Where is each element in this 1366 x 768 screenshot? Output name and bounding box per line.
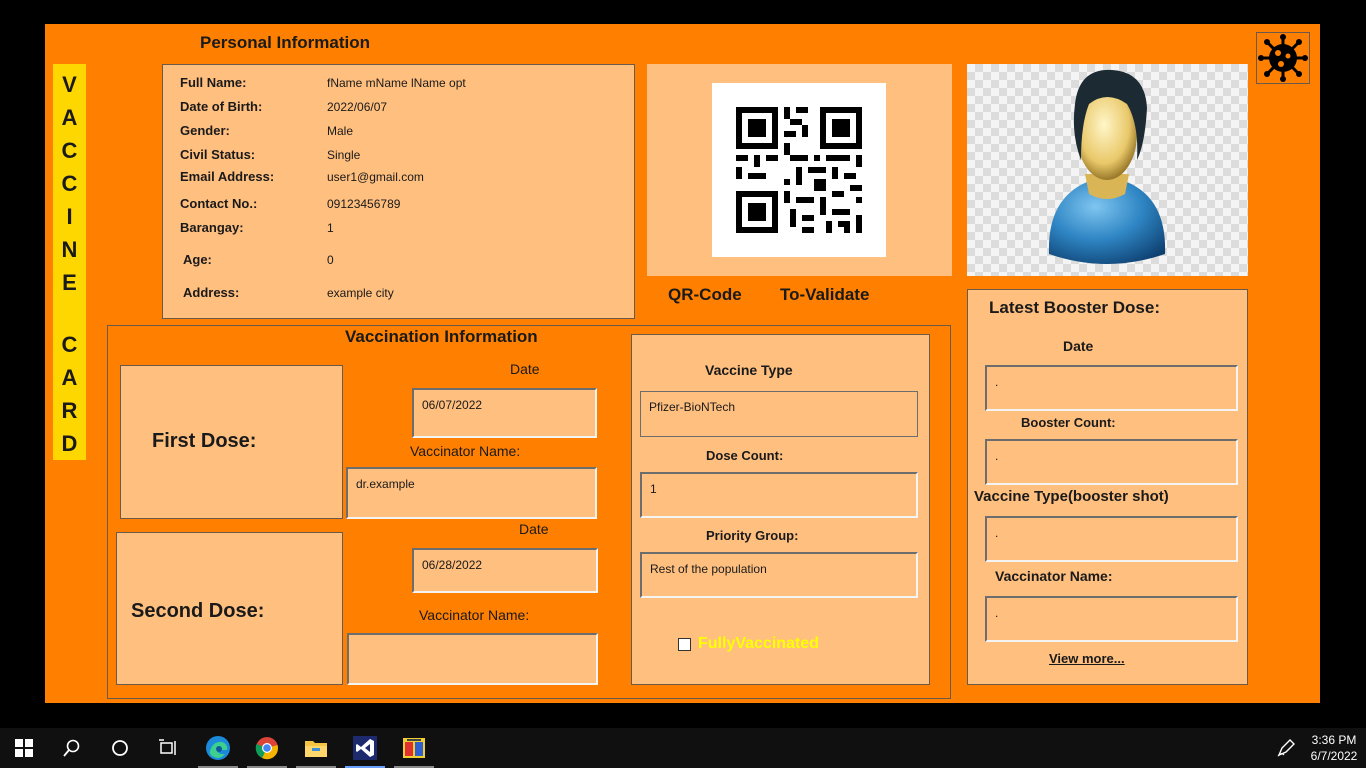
priority-group-label: Priority Group: — [706, 528, 799, 543]
priority-group-field[interactable]: Rest of the population — [640, 552, 918, 598]
title-letter: A — [61, 365, 78, 390]
dose-count-label: Dose Count: — [706, 448, 784, 463]
vaccine-type-field[interactable]: Pfizer-BioNTech — [640, 391, 918, 437]
first-vaccinator-label: Vaccinator Name: — [410, 443, 521, 459]
fully-vaccinated-label: FullyVaccinated — [698, 635, 819, 652]
personal-label: Full Name: — [180, 75, 247, 90]
personal-label: Gender: — [180, 123, 230, 138]
second-vaccinator-field[interactable] — [347, 633, 598, 685]
title-letter: A — [61, 105, 78, 130]
booster-vaccinator-field[interactable]: . — [985, 596, 1238, 642]
personal-value: 09123456789 — [327, 197, 401, 211]
personal-label: Age: — [183, 252, 212, 267]
title-letter: D — [61, 431, 78, 456]
first-dose-box: First Dose: — [120, 365, 343, 519]
personal-label: Barangay: — [180, 220, 244, 235]
second-dose-label: Second Dose: — [131, 600, 265, 622]
booster-count-label: Booster Count: — [1021, 415, 1116, 430]
title-letter: C — [61, 138, 78, 163]
app-icon[interactable] — [390, 728, 438, 768]
title-letter: I — [66, 204, 73, 229]
booster-date-label: Date — [1063, 338, 1094, 354]
title-letter: N — [61, 237, 78, 262]
qr-code-label: QR-Code — [668, 285, 742, 304]
personal-value: Single — [327, 148, 361, 162]
qr-panel — [647, 64, 952, 276]
file-explorer-icon[interactable] — [292, 728, 340, 768]
pen-icon[interactable] — [1276, 738, 1296, 758]
title-letter: R — [61, 398, 78, 423]
to-validate-label: To-Validate — [780, 285, 870, 304]
cortana-icon[interactable] — [96, 728, 144, 768]
clock-date: 6/7/2022 — [1310, 749, 1358, 763]
user-avatar-icon — [1048, 69, 1166, 264]
personal-info-title: Personal Information — [200, 33, 371, 52]
personal-value: fName mName lName opt — [327, 76, 466, 90]
virus-icon[interactable] — [1256, 32, 1310, 84]
fully-vaccinated-checkbox[interactable] — [678, 638, 691, 651]
personal-label: Contact No.: — [180, 196, 258, 211]
taskbar: 3:36 PM 6/7/2022 — [0, 728, 1366, 768]
title-letter: C — [61, 171, 78, 196]
second-vaccinator-label: Vaccinator Name: — [419, 607, 530, 623]
chrome-icon[interactable] — [243, 728, 291, 768]
personal-label: Civil Status: — [180, 147, 256, 162]
booster-type-label: Vaccine Type(booster shot) — [974, 488, 1169, 505]
first-date-field[interactable]: 06/07/2022 — [412, 388, 597, 438]
view-more-link[interactable]: View more... — [1049, 651, 1125, 666]
first-vaccinator-field[interactable]: dr.example — [346, 467, 597, 519]
visual-studio-icon[interactable] — [341, 728, 389, 768]
personal-label: Email Address: — [180, 169, 275, 184]
dose-count-field[interactable]: 1 — [640, 472, 918, 518]
personal-value: user1@gmail.com — [327, 170, 424, 184]
clock-time: 3:36 PM — [1311, 733, 1357, 747]
booster-type-field[interactable]: . — [985, 516, 1238, 562]
booster-title: Latest Booster Dose: — [989, 298, 1160, 317]
personal-value: 2022/06/07 — [327, 100, 388, 114]
personal-info-panel: Full Name: fName mName lName opt Date of B… — [162, 64, 635, 319]
personal-label: Address: — [183, 285, 240, 300]
vaccine-card-title: VACCINECARD — [53, 64, 86, 460]
first-date-label: Date — [510, 361, 540, 377]
second-date-label: Date — [519, 521, 549, 537]
second-dose-box: Second Dose: — [116, 532, 343, 685]
title-letter: E — [62, 270, 77, 295]
personal-value: example city — [327, 286, 394, 300]
search-icon[interactable] — [48, 728, 96, 768]
qr-code-icon — [736, 107, 862, 233]
booster-panel: Latest Booster Dose: Date . Booster Coun… — [967, 289, 1248, 685]
personal-value: Male — [327, 124, 354, 138]
vaccine-type-panel: Vaccine Type Pfizer-BioNTech Dose Count:… — [631, 334, 930, 685]
personal-value: 0 — [327, 253, 334, 267]
booster-vaccinator-label: Vaccinator Name: — [995, 568, 1113, 584]
first-dose-label: First Dose: — [152, 430, 257, 452]
vaccination-info-title: Vaccination Information — [345, 327, 538, 346]
personal-value: 1 — [327, 221, 334, 235]
second-date-field[interactable]: 06/28/2022 — [412, 548, 598, 593]
title-letter: V — [62, 72, 77, 97]
booster-date-field[interactable]: . — [985, 365, 1238, 411]
booster-count-field[interactable]: . — [985, 439, 1238, 485]
clock[interactable]: 3:36 PM 6/7/2022 — [1306, 732, 1362, 764]
vaccine-type-label: Vaccine Type — [705, 362, 793, 378]
task-view-icon[interactable] — [144, 728, 192, 768]
windows-start-icon[interactable] — [0, 728, 48, 768]
personal-label: Date of Birth: — [180, 99, 263, 114]
qr-code-image — [712, 83, 886, 257]
edge-icon[interactable] — [194, 728, 242, 768]
title-letter: C — [61, 332, 78, 357]
avatar — [967, 64, 1248, 276]
